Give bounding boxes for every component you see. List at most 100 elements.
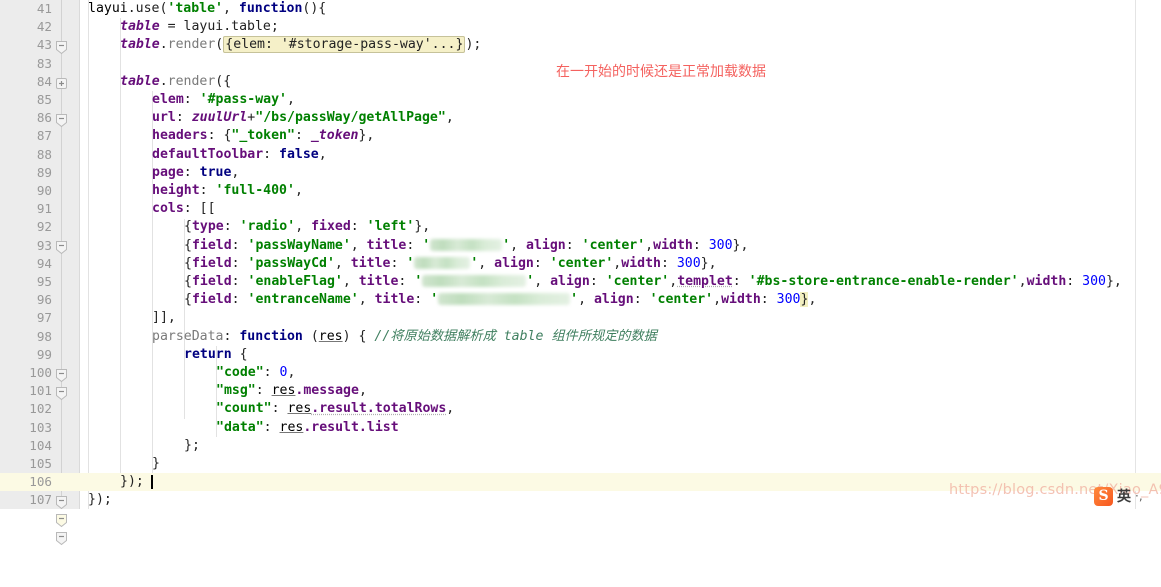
line-number: 42 bbox=[36, 19, 52, 35]
tok-comma: , bbox=[1018, 274, 1027, 289]
code-text: parseData: function (res) { //将原始数据解析成 t… bbox=[152, 328, 657, 346]
tok-comma: , bbox=[713, 292, 722, 308]
tok-token-var: _token bbox=[310, 128, 359, 144]
line-number: 102 bbox=[29, 401, 52, 417]
fold-minus-icon[interactable] bbox=[54, 348, 69, 400]
line-number: 101 bbox=[29, 383, 52, 399]
tok-val-templet: '#bs-store-entrance-enable-render' bbox=[748, 274, 1019, 289]
fold-minus-icon[interactable] bbox=[54, 493, 69, 546]
tok-comma: , bbox=[318, 146, 327, 162]
tok-comma: , bbox=[478, 255, 495, 271]
code-line[interactable]: 96 {field: 'entranceName', title: ' ', al… bbox=[0, 291, 1161, 309]
line-number: 87 bbox=[36, 128, 52, 144]
inline-comment: //将原始数据解析成 table 组件所规定的数据 bbox=[374, 328, 657, 344]
tok-val-center: 'center' bbox=[605, 274, 670, 289]
tok-assign: = layui.table; bbox=[159, 19, 279, 35]
line-number: 104 bbox=[29, 437, 52, 453]
code-line[interactable]: 43 table.render({elem: '#storage-pass-wa… bbox=[0, 36, 1161, 90]
tok-comma: , bbox=[808, 292, 817, 308]
line-number: 94 bbox=[36, 255, 52, 271]
code-line[interactable]: 105 } bbox=[0, 455, 1161, 510]
tok-colon: : bbox=[406, 237, 423, 253]
tok-key-fixed: fixed bbox=[311, 219, 351, 235]
tok-quote: ' bbox=[570, 292, 579, 308]
collapsed-fold-chip[interactable]: {elem: '#storage-pass-way'...} bbox=[223, 36, 466, 54]
code-line[interactable]: 41 layui.use('table', function(){ bbox=[0, 0, 1161, 55]
ime-mode-label[interactable]: 英 bbox=[1117, 486, 1131, 506]
tok-colon: : bbox=[732, 274, 749, 289]
tok-val-center: 'center' bbox=[649, 292, 714, 308]
tok-height-val: 'full-400' bbox=[215, 183, 295, 198]
code-line[interactable]: 94 {field: 'passWayCd', title: ' ', align… bbox=[0, 255, 1161, 273]
ime-floating-bar[interactable]: S 英 ·, bbox=[1094, 485, 1156, 507]
code-line[interactable]: 103 "data": res.result.list bbox=[0, 419, 1161, 437]
tok-close-return: }; bbox=[184, 437, 200, 453]
tok-rbrace: }, bbox=[700, 255, 717, 271]
tok-comma: , bbox=[669, 274, 678, 289]
tok-key-field: field bbox=[191, 237, 232, 253]
code-line[interactable]: 88 defaultToolbar: false, bbox=[0, 146, 1161, 164]
tok-colon: : bbox=[263, 146, 280, 162]
tok-key-title: title bbox=[358, 274, 399, 289]
tok-key-parsedata: parseData bbox=[152, 328, 224, 344]
tok-colon: : bbox=[660, 255, 677, 271]
tok-comma: , bbox=[294, 183, 303, 198]
code-line[interactable]: 89 page: true, bbox=[0, 164, 1161, 182]
tok-colon: : bbox=[390, 255, 407, 271]
text-cursor bbox=[151, 475, 153, 490]
code-line[interactable]: 91 cols: [[ bbox=[0, 200, 1161, 255]
tok-token-key: "_token" bbox=[231, 128, 295, 144]
fold-minus-icon[interactable] bbox=[54, 330, 69, 382]
tok-colon: : bbox=[263, 419, 280, 435]
tok-list-path: .result.list bbox=[303, 419, 399, 435]
tok-colon: : bbox=[692, 237, 709, 253]
line-number: 103 bbox=[29, 419, 52, 435]
code-editor[interactable]: 41 layui.use('table', function(){ 42 tab… bbox=[0, 0, 1161, 546]
code-line[interactable]: 104 }; bbox=[0, 437, 1161, 491]
fold-plus-icon[interactable] bbox=[54, 38, 69, 90]
ime-punctuation-icon[interactable]: ·, bbox=[1135, 489, 1143, 503]
code-line[interactable]: 87 headers: {"_token": _token}, bbox=[0, 127, 1161, 145]
fold-minus-icon[interactable] bbox=[54, 457, 69, 510]
tok-comma: , bbox=[358, 292, 375, 308]
code-line[interactable]: 86 url: zuulUrl+"/bs/passWay/getAllPage"… bbox=[0, 109, 1161, 127]
code-line[interactable]: 98 parseData: function (res) { //将原始数据解析… bbox=[0, 328, 1161, 382]
code-line[interactable]: 102 "count": res.result.totalRows, bbox=[0, 400, 1161, 418]
fold-minus-icon[interactable] bbox=[54, 2, 69, 55]
tok-comma: , bbox=[231, 164, 240, 180]
code-line[interactable]: 42 table = layui.table; bbox=[0, 18, 1161, 36]
fold-minus-icon[interactable] bbox=[54, 75, 69, 127]
tok-url-path: "/bs/passWay/getAllPage" bbox=[255, 110, 446, 126]
fold-minus-icon[interactable] bbox=[54, 475, 69, 528]
tok-comma: , bbox=[510, 237, 527, 253]
tok-comma: , bbox=[578, 292, 594, 308]
tok-key-title: title bbox=[350, 255, 391, 271]
tok-return-kw: return bbox=[184, 346, 232, 362]
code-line[interactable]: 99 return { bbox=[0, 346, 1161, 400]
code-line[interactable]: 90 height: 'full-400', bbox=[0, 182, 1161, 200]
code-line[interactable]: 95 {field: 'enableFlag', title: ' ', alig… bbox=[0, 273, 1161, 291]
code-line[interactable]: 93 {field: 'passWayName', title: ' ', ali… bbox=[0, 237, 1161, 255]
tok-comma: , bbox=[446, 401, 455, 417]
fold-minus-icon[interactable] bbox=[54, 202, 69, 255]
tok-colon: : bbox=[398, 274, 415, 289]
code-text: table.render({ bbox=[120, 73, 231, 91]
tok-comma: , bbox=[295, 219, 312, 235]
code-line[interactable]: 85 elem: '#pass-way', bbox=[0, 91, 1161, 109]
red-annotation: 在一开始的时候还是正常加载数据 bbox=[556, 64, 766, 80]
line-number: 100 bbox=[29, 365, 52, 380]
code-text: {field: 'entranceName', title: ' ', align… bbox=[184, 291, 816, 309]
tok-key-field: field bbox=[191, 255, 232, 271]
tok-colon: : bbox=[533, 255, 550, 271]
fold-minus-icon[interactable] bbox=[54, 439, 69, 491]
code-text: {field: 'passWayCd', title: ' ', align: '… bbox=[184, 255, 717, 273]
sogou-logo-icon[interactable]: S bbox=[1094, 486, 1113, 506]
code-text: table.render({elem: '#storage-pass-way'.… bbox=[120, 36, 481, 54]
code-line[interactable]: 97 ]], bbox=[0, 309, 1161, 327]
code-line[interactable]: 92 {type: 'radio', fixed: 'left'}, bbox=[0, 218, 1161, 236]
code-line[interactable]: 100 "code": 0, bbox=[0, 364, 1161, 382]
code-line[interactable]: 101 "msg": res.message, bbox=[0, 382, 1161, 400]
tok-lbrace: { bbox=[184, 219, 192, 235]
tok-colon: : bbox=[231, 237, 248, 253]
tok-val-enableflag: 'enableFlag' bbox=[247, 274, 343, 289]
